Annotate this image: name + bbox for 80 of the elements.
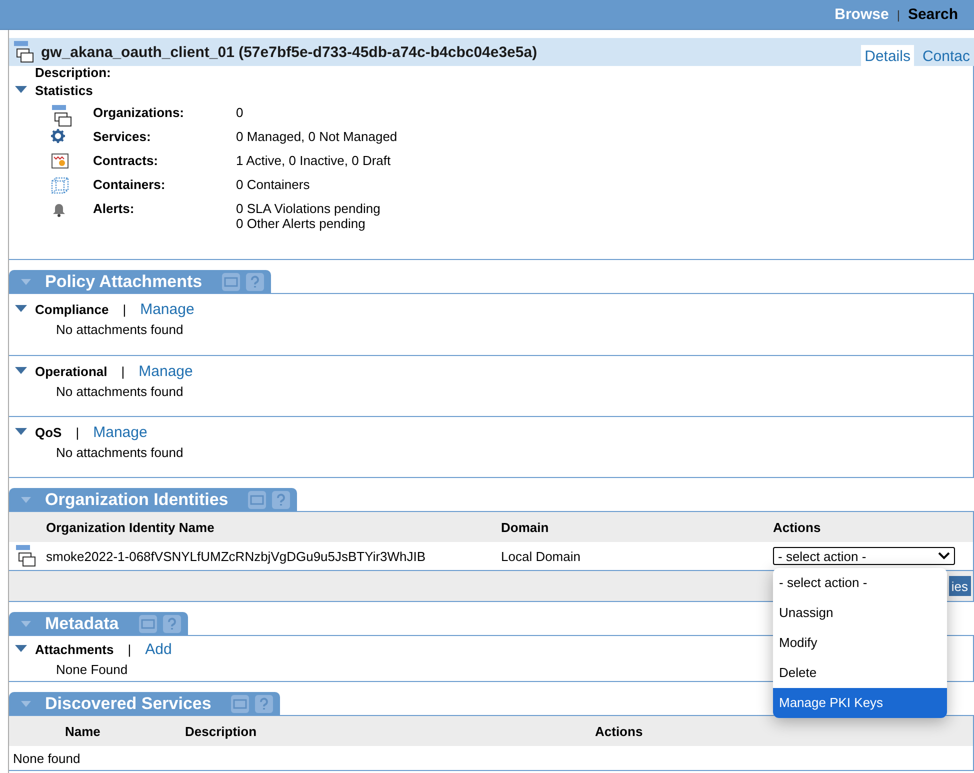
cube-icon bbox=[51, 177, 69, 195]
add-link[interactable]: Add bbox=[145, 640, 172, 658]
column-header: Domain bbox=[501, 520, 550, 534]
statistic-value: 0 Containers bbox=[236, 177, 310, 192]
window-icon[interactable] bbox=[222, 272, 240, 290]
separator: | bbox=[76, 424, 80, 440]
separator: | bbox=[128, 642, 132, 656]
window-icon[interactable] bbox=[248, 490, 266, 508]
identity-icon bbox=[15, 545, 37, 567]
column-header: Name bbox=[65, 724, 100, 738]
statistic-value: 0 Other Alerts pending bbox=[236, 216, 366, 231]
field-label: Description: bbox=[34, 66, 111, 79]
collapse-arrow-icon[interactable] bbox=[21, 496, 31, 502]
statistic-value: 0 bbox=[236, 105, 244, 120]
statistic-label: Organizations: bbox=[93, 105, 186, 120]
manage-link[interactable]: Manage bbox=[140, 300, 194, 318]
expanded-arrow-icon[interactable] bbox=[15, 305, 27, 313]
statistic-value: 0 Managed, 0 Not Managed bbox=[236, 129, 398, 144]
section-title: Policy Attachments bbox=[45, 272, 202, 292]
manage-link[interactable]: Manage bbox=[93, 424, 148, 440]
column-header: Actions bbox=[595, 724, 644, 738]
tab[interactable]: Contac bbox=[918, 45, 974, 68]
separator: | bbox=[896, 8, 900, 22]
chevron-down-icon bbox=[938, 552, 950, 560]
expanded-arrow-icon[interactable] bbox=[15, 367, 27, 375]
separator: | bbox=[121, 364, 125, 378]
empty-message: No attachments found bbox=[56, 383, 184, 399]
expanded-arrow-icon[interactable] bbox=[15, 428, 27, 436]
help-icon[interactable] bbox=[246, 272, 264, 290]
group-title: Compliance bbox=[35, 302, 109, 316]
window-icon[interactable] bbox=[138, 614, 157, 632]
dropdown-option[interactable]: - select action - bbox=[773, 568, 947, 598]
column-header: Organization Identity Name bbox=[46, 520, 216, 534]
section-title: Metadata bbox=[45, 614, 119, 634]
footer-button[interactable]: ies bbox=[949, 576, 971, 596]
empty-message: None Found bbox=[56, 661, 128, 677]
bell-icon bbox=[51, 201, 67, 217]
empty-message: No attachments found bbox=[56, 321, 184, 337]
manage-link[interactable]: Manage bbox=[138, 362, 193, 380]
section-title: Organization Identities bbox=[45, 490, 228, 510]
table-cell-text: smoke2022-1-068fVSNYLfUMZcRNzbjVgDGu9u5JsBTYir3WhJIB bbox=[46, 548, 427, 564]
expanded-arrow-icon[interactable] bbox=[15, 645, 27, 653]
statistic-label: Contracts: bbox=[93, 153, 160, 168]
help-icon[interactable] bbox=[255, 694, 274, 712]
separator: | bbox=[122, 302, 126, 316]
action-select[interactable]: - select action - bbox=[773, 547, 955, 565]
table-cell-text: Local Domain bbox=[501, 548, 582, 564]
dropdown-option[interactable]: Manage PKI Keys bbox=[773, 688, 947, 718]
group-title: QoS bbox=[35, 424, 62, 440]
statistic-label: Containers: bbox=[93, 177, 166, 192]
collapse-arrow-icon[interactable] bbox=[21, 700, 31, 706]
window-icon[interactable] bbox=[231, 694, 250, 712]
help-icon[interactable] bbox=[272, 490, 290, 508]
help-icon[interactable] bbox=[162, 614, 181, 632]
column-header: Actions bbox=[773, 520, 822, 534]
expanded-arrow-icon[interactable] bbox=[15, 86, 27, 94]
empty-message: None found bbox=[13, 750, 80, 766]
group-title: Operational bbox=[35, 364, 108, 378]
collapse-arrow-icon[interactable] bbox=[21, 620, 31, 626]
group-title: Statistics bbox=[35, 82, 93, 98]
statistic-label: Services: bbox=[93, 129, 152, 144]
page-title: gw_akana_oauth_client_01 (57e7bf5e-d733-45db-a74c-b4cbc04e3e5a) bbox=[41, 44, 538, 60]
statistic-value: 1 Active, 0 Inactive, 0 Draft bbox=[236, 153, 391, 168]
dropdown-option[interactable]: Modify bbox=[773, 628, 947, 658]
tab[interactable]: Details bbox=[860, 45, 914, 68]
certificate-icon bbox=[51, 153, 69, 169]
statistic-value: 0 SLA Violations pending bbox=[236, 201, 380, 216]
gear-icon bbox=[51, 129, 65, 143]
organization-icon bbox=[51, 105, 73, 127]
organization-icon bbox=[13, 41, 35, 63]
empty-message: No attachments found bbox=[56, 444, 184, 460]
dropdown-option[interactable]: Delete bbox=[773, 658, 947, 688]
nav-link[interactable]: Search bbox=[908, 6, 958, 23]
section-title: Discovered Services bbox=[45, 694, 212, 714]
statistic-label: Alerts: bbox=[93, 201, 136, 216]
collapse-arrow-icon[interactable] bbox=[21, 278, 31, 284]
dropdown-option[interactable]: Unassign bbox=[773, 598, 947, 628]
nav-link[interactable]: Browse bbox=[834, 6, 889, 23]
column-header: Description bbox=[185, 724, 258, 738]
group-title: Attachments bbox=[35, 642, 114, 656]
